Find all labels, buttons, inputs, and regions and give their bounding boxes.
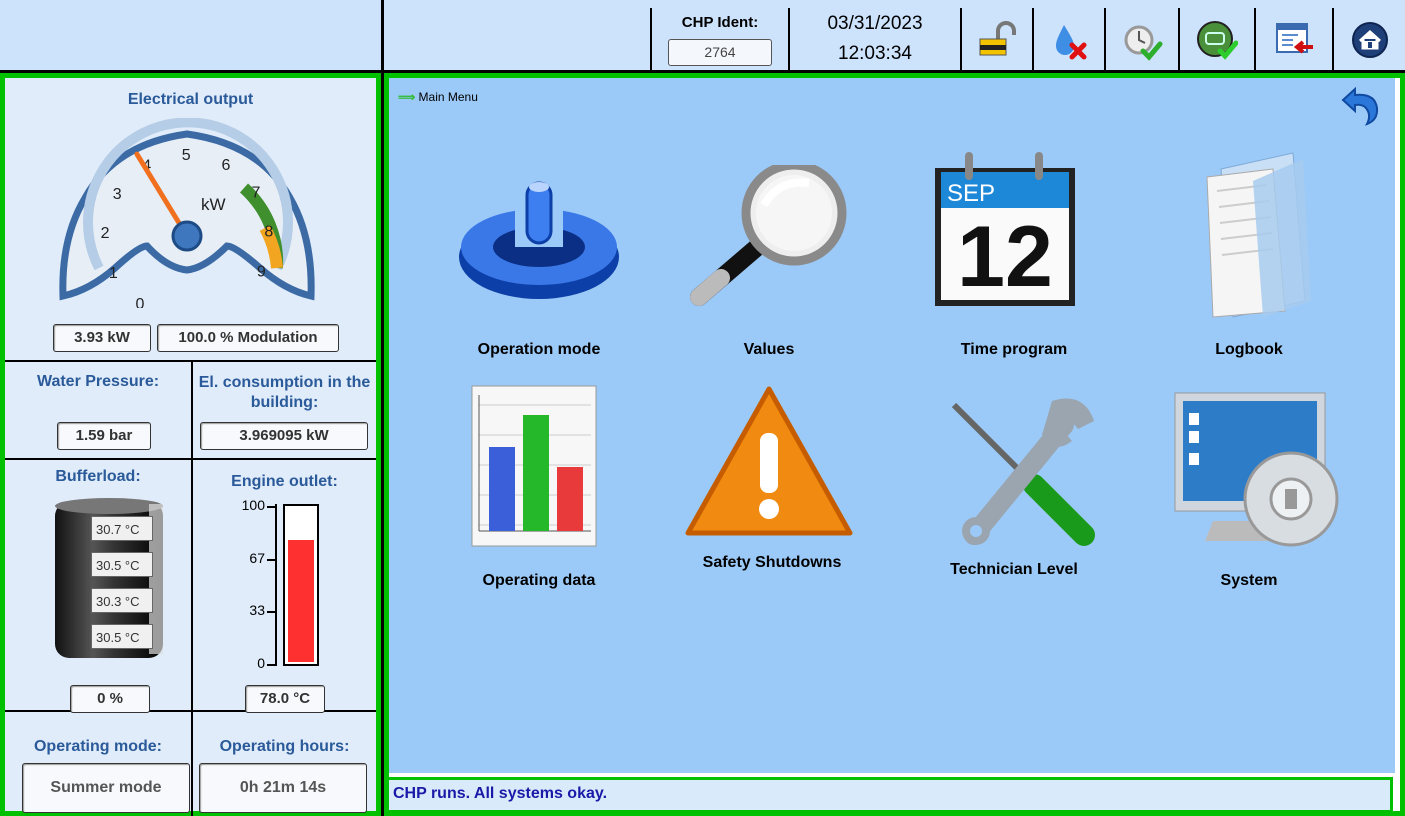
chp-ok-icon <box>1197 21 1238 60</box>
status-bar: CHP runs. All systems okay. <box>386 777 1393 813</box>
operating-hours-value: 0h 21m 14s <box>199 763 367 813</box>
arrow-right-icon: ⟹ <box>398 90 416 104</box>
gauge-tick-label: 2 <box>101 225 110 242</box>
tile-logbook[interactable]: Logbook <box>1149 152 1349 363</box>
buffer-temp-label: 30.3 °C <box>91 588 153 613</box>
tile-technician-level[interactable]: Technician Level <box>914 383 1114 593</box>
engine-scale-axis <box>275 504 277 666</box>
operating-hours-title: Operating hours: <box>219 738 350 755</box>
warning-icon <box>685 386 853 536</box>
bufferload-title: Bufferload: <box>55 468 141 485</box>
gauge-tick-label: 7 <box>251 185 260 202</box>
top-bar-spacer <box>381 8 650 70</box>
gauge-tick-label: 6 <box>221 157 230 174</box>
engine-scale-label: 33 <box>249 602 265 619</box>
tile-label: Safety Shutdowns <box>702 554 842 571</box>
engine-outlet-value: 78.0 °C <box>245 685 325 713</box>
engine-scale-label: 0 <box>257 655 265 671</box>
left-panel: Electrical output 0123456789 kW 3.93 kW … <box>0 73 381 816</box>
tile-label: Operation mode <box>477 341 601 358</box>
top-bar-left-empty <box>0 8 381 70</box>
tile-label: Technician Level <box>950 561 1078 578</box>
logout-window-button[interactable] <box>1254 8 1332 70</box>
logout-window-icon <box>1276 23 1313 54</box>
gauge-tick-label: 1 <box>109 265 118 282</box>
unlock-icon <box>979 21 1016 56</box>
el-consumption-value: 3.969095 kW <box>200 422 368 450</box>
tile-label: Logbook <box>1215 341 1283 358</box>
electrical-output-gauge: 0123456789 kW <box>59 118 315 308</box>
operating-mode-title: Operating mode: <box>33 738 162 755</box>
operating-mode-value[interactable]: Summer mode <box>22 763 190 813</box>
buffer-temp-label: 30.5 °C <box>91 552 153 577</box>
buffer-temp-label: 30.7 °C <box>91 516 153 541</box>
engine-temp-fill <box>288 540 314 662</box>
tile-system[interactable]: System <box>1149 383 1349 593</box>
modulation-value: 100.0 % Modulation <box>157 324 339 352</box>
tile-label: Operating data <box>482 572 596 589</box>
magnifier-icon <box>690 165 847 306</box>
electrical-output-value: 3.93 kW <box>53 324 151 352</box>
tile-label: Time program <box>960 341 1068 358</box>
date-time: 03/31/2023 12:03:34 <box>788 8 960 70</box>
gas-error-icon <box>1056 25 1087 60</box>
calendar-month: SEP <box>947 180 995 207</box>
system-settings-icon <box>1174 392 1339 547</box>
alarm-clock-button[interactable] <box>1104 8 1178 70</box>
gauge-hub <box>171 220 203 252</box>
back-arrow-icon[interactable] <box>1339 86 1383 126</box>
tile-safety-shutdowns[interactable]: Safety Shutdowns <box>672 383 872 593</box>
alarm-clock-check-icon <box>1124 25 1163 61</box>
unlock-button[interactable] <box>960 8 1032 70</box>
water-pressure-value: 1.59 bar <box>57 422 151 450</box>
chp-ident: CHP Ident: 2764 <box>650 8 788 70</box>
chp-status-button[interactable] <box>1178 8 1254 70</box>
gauge-tick-label: 5 <box>182 147 191 164</box>
gauge-tick-label: 0 <box>136 296 145 308</box>
date-display: 03/31/2023 <box>827 13 923 34</box>
engine-temp-bar <box>283 504 319 666</box>
engine-scale-label: 100 <box>241 497 265 513</box>
tile-label: System <box>1220 572 1278 589</box>
tile-operating-data[interactable]: Operating data <box>439 383 639 593</box>
el-consumption-title: El. consumption in the building: <box>198 374 371 411</box>
home-icon <box>1351 22 1388 58</box>
tile-values[interactable]: Values <box>669 163 869 363</box>
calendar-icon: SEP 12 <box>935 152 1075 306</box>
calendar-day: 12 <box>957 209 1053 305</box>
status-text: CHP runs. All systems okay. <box>393 785 608 802</box>
home-button[interactable] <box>1332 8 1405 70</box>
tile-time-program[interactable]: SEP 12 Time program <box>914 152 1114 363</box>
engine-scale-label: 67 <box>249 549 265 566</box>
tile-operation-mode[interactable]: Operation mode <box>439 163 639 363</box>
gas-error-button[interactable] <box>1032 8 1104 70</box>
bufferload-percent: 0 % <box>70 685 150 713</box>
breadcrumb[interactable]: ⟹ Main Menu <box>398 90 478 104</box>
bar-chart-icon <box>471 385 597 547</box>
gauge-unit: kW <box>201 195 226 214</box>
chp-ident-value: 2764 <box>668 39 772 66</box>
engine-outlet-title: Engine outlet: <box>231 473 338 490</box>
power-button-icon <box>459 181 619 299</box>
buffer-temp-label: 30.5 °C <box>91 624 153 649</box>
gauge-tick-label: 9 <box>257 264 266 281</box>
folder-documents-icon <box>1206 152 1311 318</box>
gauge-tick-label: 3 <box>113 186 122 203</box>
main-menu-panel: ⟹ Main Menu Operation mode Values SEP 12… <box>389 78 1395 773</box>
electrical-output-title: Electrical output <box>127 91 254 108</box>
breadcrumb-label: Main Menu <box>418 90 478 104</box>
tools-icon <box>951 398 1095 546</box>
time-display: 12:03:34 <box>838 43 912 64</box>
chp-ident-label: CHP Ident: <box>681 14 759 31</box>
gauge-tick-label: 8 <box>264 223 273 240</box>
tile-label: Values <box>743 341 795 358</box>
top-bar: CHP Ident: 2764 03/31/2023 12:03:34 <box>0 0 1405 73</box>
water-pressure-title: Water Pressure: <box>36 373 160 390</box>
